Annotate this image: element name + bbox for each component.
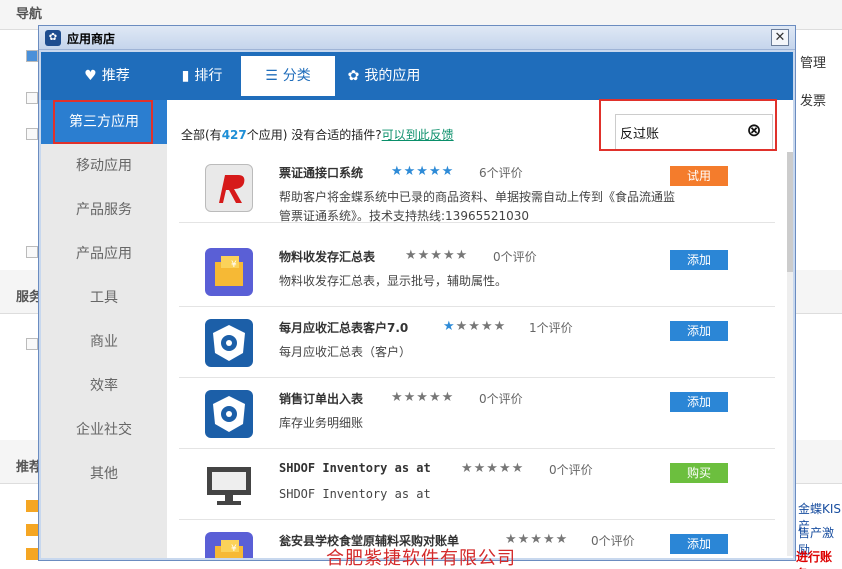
bg-right-text[interactable]: 管理 [800,52,826,71]
sidebar-item-product-service[interactable]: 产品服务 [41,188,167,232]
review-count: 0个评价 [591,534,635,548]
tab-my-apps[interactable]: ✿ 我的应用 [339,56,429,96]
rating-stars: ★★★★★ [391,390,455,405]
app-row: SHDOF Inventory as at ★★★★★ 0个评价 SHDOF I… [179,449,775,520]
rating-stars: ★★★★★ [391,164,455,179]
category-sidebar: 第三方应用 移动应用 产品服务 产品应用 工具 商业 效率 企业社交 其他 [41,100,167,558]
app-description: SHDOF Inventory as at [279,487,431,501]
bar-chart-icon: ▮ [181,68,190,84]
bg-orange-icon [26,524,38,536]
piaozheng-app-icon[interactable] [205,164,253,212]
app-name[interactable]: 销售订单出入表 [279,390,363,407]
app-row: 销售订单出入表 ★★★★★ 0个评价 库存业务明细账 添加 [179,378,775,449]
bg-right-text[interactable]: 发票 [800,90,826,109]
gear-shield-app-icon[interactable] [205,319,253,367]
bg-shortcut-icon[interactable] [26,338,38,350]
summary-suffix: 个应用) 没有合适的插件? [246,128,382,142]
review-count: 0个评价 [549,463,593,477]
bg-orange-icon [26,548,38,560]
feedback-link[interactable]: 可以到此反馈 [382,128,454,142]
highlight-frame [53,100,153,144]
app-list-panel: 全部(有427个应用) 没有合适的插件?可以到此反馈 反过账 ⊗ 票证通接口系统… [167,100,793,558]
dialog-titlebar[interactable]: ✿ 应用商店 ✕ [39,26,795,50]
bg-shortcut-icon[interactable] [26,92,38,104]
app-count-summary: 全部(有427个应用) 没有合适的插件?可以到此反馈 [181,126,454,143]
svg-text:¥: ¥ [231,260,237,270]
sidebar-item-other[interactable]: 其他 [41,452,167,496]
review-count: 6个评价 [479,166,523,180]
app-description: 物料收发存汇总表，显示批号，辅助属性。 [279,274,508,288]
highlight-frame [599,99,777,151]
sidebar-item-efficiency[interactable]: 效率 [41,364,167,408]
rating-stars: ★★★★★ [443,319,507,334]
monitor-app-icon[interactable] [205,461,253,509]
tab-label: 推荐 [101,68,130,84]
buy-button[interactable]: 购买 [670,463,728,483]
app-description: 每月应收汇总表（客户） [279,345,412,359]
app-name[interactable]: 物料收发存汇总表 [279,248,375,265]
sidebar-item-mobile[interactable]: 移动应用 [41,144,167,188]
add-button[interactable]: 添加 [670,321,728,341]
list-icon: ☰ [265,68,278,84]
app-count: 427 [221,128,247,142]
bg-shortcut-icon[interactable] [26,128,38,140]
app-name[interactable]: 票证通接口系统 [279,164,363,181]
tab-category[interactable]: ☰ 分类 [241,56,335,96]
app-row: ¥ 物料收发存汇总表 ★★★★★ 0个评价 物料收发存汇总表，显示批号，辅助属性… [179,236,775,307]
tab-label: 排行 [194,68,223,84]
sidebar-item-business[interactable]: 商业 [41,320,167,364]
sidebar-item-tools[interactable]: 工具 [41,276,167,320]
sidebar-item-product-app[interactable]: 产品应用 [41,232,167,276]
app-row: 每月应收汇总表客户7.0 ★★★★★ 1个评价 每月应收汇总表（客户） 添加 [179,307,775,378]
dialog-title: 应用商店 [67,32,116,46]
scroll-thumb[interactable] [787,152,793,272]
add-button[interactable]: 添加 [670,250,728,270]
tab-label: 分类 [282,68,311,84]
tab-recommend[interactable]: ♥ 推荐 [61,56,153,96]
app-name[interactable]: SHDOF Inventory as at [279,461,431,475]
app-name[interactable]: 每月应收汇总表客户7.0 [279,319,408,336]
bg-right-link[interactable]: 进行账务 [796,548,842,569]
sidebar-item-social[interactable]: 企业社交 [41,408,167,452]
review-count: 1个评价 [529,321,573,335]
add-button[interactable]: 添加 [670,392,728,412]
nav-title: 导航 [16,7,43,22]
app-description: 帮助客户将金蝶系统中已录的商品资料、单据按需自动上传到《食品流通监管票证通系统》… [279,190,676,223]
rating-stars: ★★★★★ [461,461,525,476]
gear-shield-app-icon[interactable] [205,390,253,438]
tab-bar: ♥ 推荐 ▮ 排行 ☰ 分类 ✿ 我的应用 [41,52,793,100]
close-button[interactable]: ✕ [771,29,789,46]
try-button[interactable]: 试用 [670,166,728,186]
add-button[interactable]: 添加 [670,534,728,554]
app-row: 票证通接口系统 ★★★★★ 6个评价 帮助客户将金蝶系统中已录的商品资料、单据按… [179,152,775,223]
tab-ranking[interactable]: ▮ 排行 [157,56,247,96]
app-store-icon: ✿ [45,30,61,46]
tab-label: 我的应用 [364,68,421,84]
watermark-text: 合肥紫捷软件有限公司 [326,548,516,569]
bg-orange-icon [26,500,38,512]
yellow-box-app-icon[interactable]: ¥ [205,532,253,558]
heart-icon: ♥ [84,68,97,84]
bg-shortcut-icon[interactable] [26,50,38,62]
review-count: 0个评价 [479,392,523,406]
summary-prefix: 全部(有 [181,128,222,142]
yellow-box-app-icon[interactable]: ¥ [205,248,253,296]
rating-stars: ★★★★★ [405,248,469,263]
svg-text:¥: ¥ [231,544,237,554]
review-count: 0个评价 [493,250,537,264]
gear-icon: ✿ [347,68,360,84]
scrollbar[interactable] [787,152,793,556]
app-description: 库存业务明细账 [279,416,364,430]
bg-shortcut-icon[interactable] [26,246,38,258]
